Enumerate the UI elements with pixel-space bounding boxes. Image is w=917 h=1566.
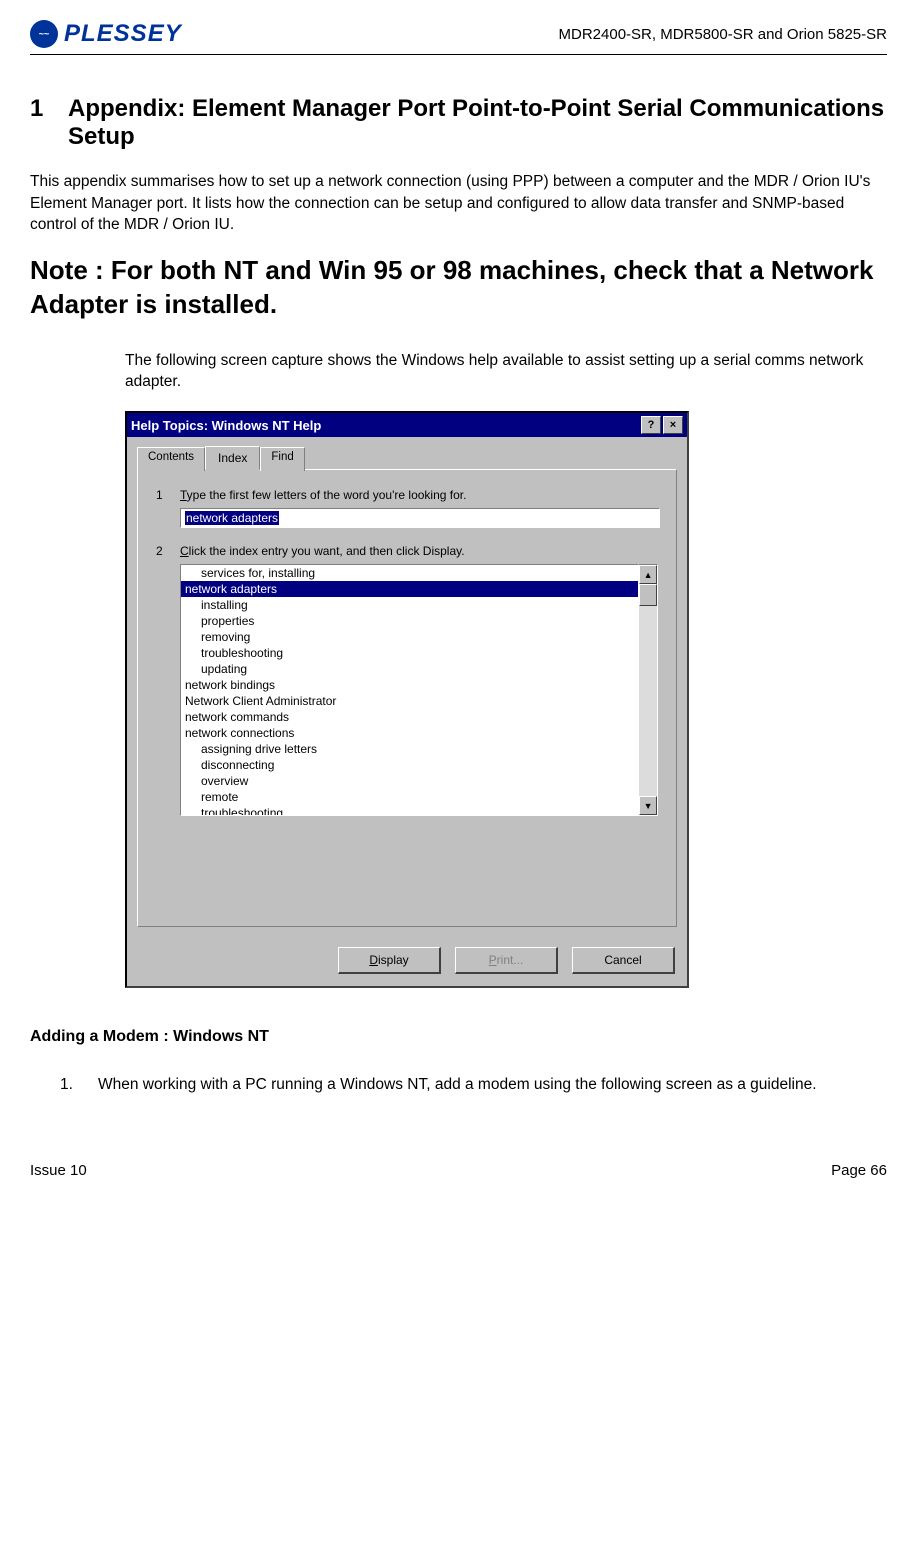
search-input[interactable]: network adapters	[180, 508, 660, 528]
section-heading: 1 Appendix: Element Manager Port Point-t…	[30, 95, 887, 151]
tab-strip: Contents Index Find	[137, 445, 677, 469]
list-item[interactable]: troubleshooting	[181, 805, 638, 816]
scroll-down-icon[interactable]: ▼	[639, 796, 657, 815]
tab-contents[interactable]: Contents	[137, 447, 205, 471]
display-button[interactable]: Display	[338, 947, 441, 974]
logo-text: PLESSEY	[64, 20, 182, 48]
help-button[interactable]: ?	[641, 416, 661, 434]
list-item[interactable]: properties	[181, 613, 638, 629]
help-dialog-screenshot: Help Topics: Windows NT Help ? × Content…	[125, 411, 887, 988]
scroll-up-icon[interactable]: ▲	[639, 565, 657, 584]
index-listbox[interactable]: services for, installingnetwork adapters…	[180, 564, 639, 816]
cancel-button[interactable]: Cancel	[572, 947, 675, 974]
section-number: 1	[30, 95, 50, 151]
list-item[interactable]: network commands	[181, 709, 638, 725]
step-2-text: Click the index entry you want, and then…	[180, 544, 465, 558]
list-item[interactable]: installing	[181, 597, 638, 613]
logo-icon: ~~	[30, 20, 58, 48]
plessey-logo: ~~ PLESSEY	[30, 20, 182, 48]
list-item[interactable]: updating	[181, 661, 638, 677]
list-item[interactable]: services for, installing	[181, 565, 638, 581]
step-1-number: 1	[156, 488, 170, 502]
intro-paragraph: This appendix summarises how to set up a…	[30, 171, 887, 236]
list-item[interactable]: network bindings	[181, 677, 638, 693]
list-item[interactable]: network adapters	[181, 581, 638, 597]
dialog-title: Help Topics: Windows NT Help	[131, 418, 321, 433]
list-item[interactable]: overview	[181, 773, 638, 789]
search-input-wrap: network adapters	[180, 508, 658, 528]
listbox-scrollbar[interactable]: ▲ ▼	[639, 564, 658, 816]
list-item[interactable]: assigning drive letters	[181, 741, 638, 757]
print-button[interactable]: Print...	[455, 947, 558, 974]
page-number: Page 66	[831, 1162, 887, 1179]
help-topics-dialog: Help Topics: Windows NT Help ? × Content…	[125, 411, 689, 988]
list-item[interactable]: remote	[181, 789, 638, 805]
modem-subheading: Adding a Modem : Windows NT	[30, 1028, 887, 1046]
list-item[interactable]: removing	[181, 629, 638, 645]
dialog-titlebar: Help Topics: Windows NT Help ? ×	[127, 413, 687, 437]
section-title: Appendix: Element Manager Port Point-to-…	[68, 95, 887, 151]
screen-intro-text: The following screen capture shows the W…	[125, 350, 887, 393]
issue-label: Issue 10	[30, 1162, 87, 1179]
tab-find[interactable]: Find	[260, 447, 304, 471]
step-2-number: 2	[156, 544, 170, 558]
scroll-thumb[interactable]	[639, 584, 657, 606]
document-title: MDR2400-SR, MDR5800-SR and Orion 5825-SR	[559, 26, 887, 43]
dialog-button-row: Display Print... Cancel	[127, 937, 687, 986]
page-header: ~~ PLESSEY MDR2400-SR, MDR5800-SR and Or…	[30, 20, 887, 55]
list-item[interactable]: network connections	[181, 725, 638, 741]
list-item[interactable]: troubleshooting	[181, 645, 638, 661]
list-item-1-text: When working with a PC running a Windows…	[98, 1074, 817, 1096]
step-1-label: 1 Type the first few letters of the word…	[156, 488, 658, 502]
page-footer: Issue 10 Page 66	[30, 1156, 887, 1179]
step-2-label: 2 Click the index entry you want, and th…	[156, 544, 658, 558]
list-item-1: 1. When working with a PC running a Wind…	[60, 1074, 887, 1096]
close-button[interactable]: ×	[663, 416, 683, 434]
list-item[interactable]: Network Client Administrator	[181, 693, 638, 709]
note-heading: Note : For both NT and Win 95 or 98 mach…	[30, 254, 887, 322]
tab-panel-index: 1 Type the first few letters of the word…	[137, 469, 677, 927]
list-item[interactable]: disconnecting	[181, 757, 638, 773]
tab-index[interactable]: Index	[205, 446, 260, 470]
list-item-1-number: 1.	[60, 1074, 84, 1096]
step-1-text: Type the first few letters of the word y…	[180, 488, 466, 502]
